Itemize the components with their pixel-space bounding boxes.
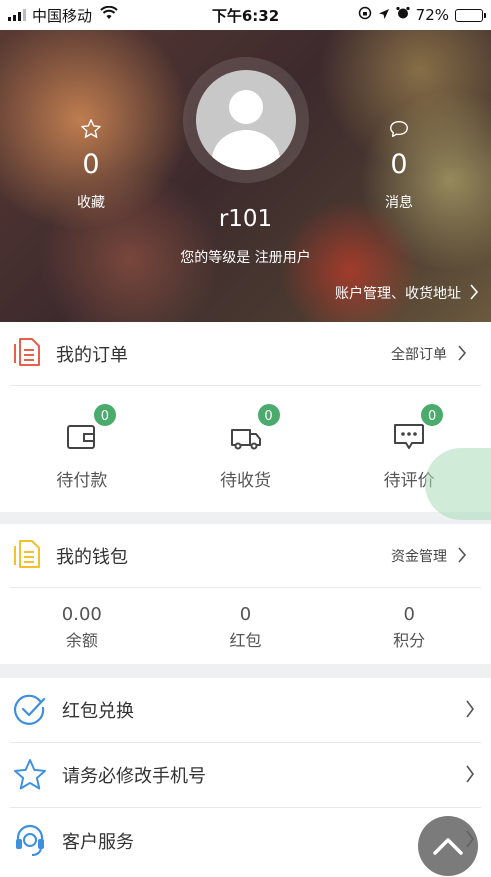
- order-label: 待收货: [220, 471, 271, 491]
- chat-bubble-icon: [364, 118, 434, 142]
- menu-item-label: 红包兑换: [62, 701, 134, 722]
- check-circle-icon: [12, 692, 48, 728]
- favorites-count: 0: [82, 149, 100, 180]
- star-icon: [56, 118, 126, 142]
- wallet-value: 0: [239, 604, 252, 625]
- signal-icon: [8, 9, 26, 21]
- chevron-right-icon: [465, 700, 475, 721]
- wallet-label: 积分: [393, 631, 426, 650]
- fund-management-label: 资金管理: [391, 548, 447, 565]
- truck-icon: [230, 429, 261, 450]
- wallet-doc-icon: [12, 538, 42, 574]
- username: r101: [218, 206, 273, 232]
- carrier-name: 中国移动: [32, 6, 93, 25]
- order-badge: 0: [419, 402, 446, 428]
- orders-title: 我的订单: [56, 344, 128, 366]
- wallet-points[interactable]: 0 积分: [327, 588, 491, 664]
- order-badge: 0: [91, 402, 118, 428]
- all-orders-link[interactable]: 全部订单: [391, 344, 467, 364]
- orders-card: 我的订单 全部订单 0 待付款 0 待收货 0 待评价: [0, 322, 491, 512]
- avatar[interactable]: [196, 70, 296, 170]
- account-link-label: 账户管理、收货地址: [335, 286, 461, 302]
- headset-icon: [12, 823, 48, 859]
- wallet-balance[interactable]: 0.00 余额: [0, 588, 164, 664]
- assistive-touch-button[interactable]: [425, 448, 491, 520]
- orders-header[interactable]: 我的订单 全部订单: [10, 322, 481, 386]
- wallet-title: 我的钱包: [56, 546, 128, 568]
- comment-icon: [394, 424, 425, 449]
- order-label: 待付款: [56, 471, 108, 491]
- status-bar: 中国移动 下午6:32 72%: [0, 0, 491, 30]
- order-pending-payment[interactable]: 0 待付款: [0, 386, 164, 514]
- account-management-link[interactable]: 账户管理、收货地址: [335, 283, 479, 303]
- wifi-icon: [100, 5, 118, 24]
- chevron-right-icon: [457, 546, 467, 566]
- messages-stat[interactable]: 0 消息: [364, 118, 434, 212]
- all-orders-label: 全部订单: [391, 346, 447, 363]
- wallet-label: 红包: [229, 631, 262, 650]
- scroll-to-top-button[interactable]: [418, 816, 478, 876]
- chevron-up-icon: [433, 838, 463, 855]
- messages-count: 0: [390, 149, 408, 180]
- menu-item-label: 客户服务: [62, 831, 134, 853]
- wallet-value: 0: [403, 604, 415, 625]
- star-outline-icon: [12, 757, 48, 793]
- menu-item-redeem-red-packet[interactable]: 红包兑换: [10, 678, 481, 743]
- lock-rotation-icon: [358, 6, 372, 24]
- chevron-right-icon: [469, 283, 479, 303]
- wallet-red-packet[interactable]: 0 红包: [164, 588, 328, 664]
- alarm-icon: [396, 6, 410, 24]
- menu-item-change-phone[interactable]: 请务必修改手机号: [10, 743, 481, 808]
- menu-item-customer-service[interactable]: 客户服务: [10, 808, 481, 873]
- user-level: 您的等级是 注册用户: [180, 250, 311, 266]
- profile-header: 0 收藏 0 消息 r101 您的等级是 注册用户 账户管理、收货地址: [0, 30, 491, 322]
- fund-management-link[interactable]: 资金管理: [391, 546, 467, 566]
- wallet-label: 余额: [65, 631, 98, 650]
- wallet-icon: [66, 425, 95, 449]
- battery-icon: [455, 8, 486, 22]
- chevron-right-icon: [457, 344, 467, 364]
- order-list-icon: [12, 336, 42, 372]
- chevron-right-icon: [465, 765, 475, 786]
- order-badge: 0: [255, 402, 282, 428]
- battery-percent: 72%: [415, 6, 449, 24]
- order-pending-receipt[interactable]: 0 待收货: [164, 386, 328, 514]
- wallet-header[interactable]: 我的钱包 资金管理: [10, 524, 481, 588]
- wallet-card: 我的钱包 资金管理 0.00 余额 0 红包 0 积分: [0, 524, 491, 664]
- location-icon: [378, 6, 390, 24]
- wallet-value: 0.00: [61, 604, 102, 625]
- menu-item-label: 请务必修改手机号: [62, 766, 206, 787]
- favorites-stat[interactable]: 0 收藏: [56, 118, 126, 212]
